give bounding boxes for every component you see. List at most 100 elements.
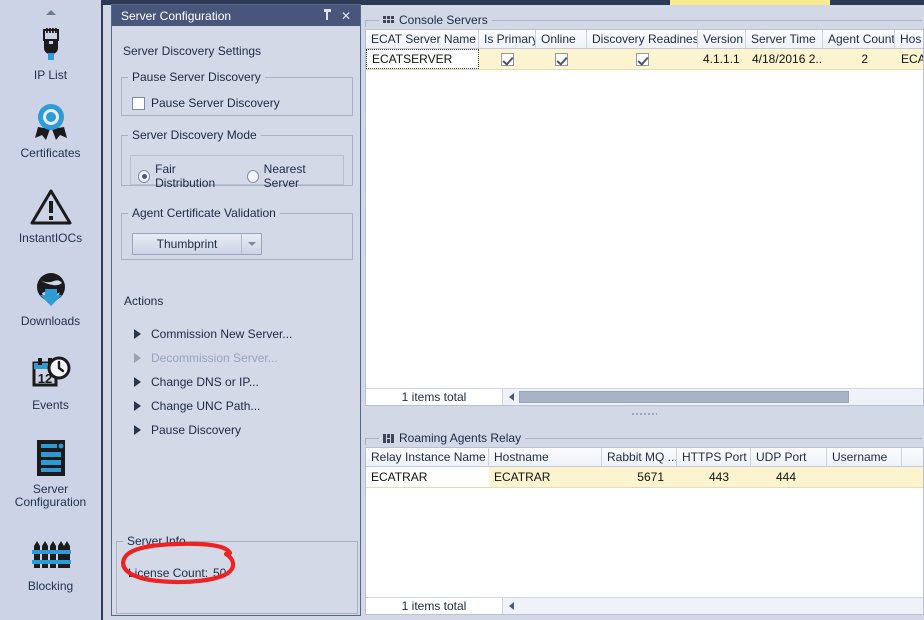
sidebar-item-server-configuration[interactable]: Server Configuration: [0, 436, 101, 509]
column-header-server-time[interactable]: Server Time: [746, 30, 823, 48]
sidebar-item-downloads[interactable]: Downloads: [0, 268, 101, 328]
server-configuration-panel: Server Configuration ✕ Server Discovery …: [111, 4, 361, 616]
server-discovery-settings-heading: Server Discovery Settings: [123, 44, 262, 58]
content-area: Console Servers ECAT Server Name Is Prim…: [363, 5, 924, 620]
checkbox-checked-icon: [636, 53, 649, 67]
cell-version[interactable]: 4.1.1.1: [698, 49, 746, 69]
cell-username[interactable]: [827, 467, 902, 487]
pause-server-discovery-checkbox[interactable]: [132, 96, 145, 110]
thumbprint-dropdown[interactable]: Thumbprint: [132, 233, 262, 255]
cell-blank[interactable]: [902, 467, 923, 487]
column-header-discovery-readiness[interactable]: Discovery Readiness: [587, 30, 698, 48]
cell-relay-instance-name[interactable]: ECATRAR: [366, 467, 489, 487]
pause-group-legend: Pause Server Discovery: [132, 70, 261, 84]
column-header-relay-instance-name[interactable]: Relay Instance Name: [366, 448, 489, 466]
sidebar-item-events[interactable]: 12 Events: [0, 352, 101, 412]
license-count-label: License Count:: [128, 566, 209, 580]
thumbprint-dropdown-value: Thumbprint: [156, 237, 218, 251]
globe-download-icon: [30, 268, 72, 312]
horizontal-scrollbar[interactable]: [502, 389, 923, 405]
sidebar-item-label: Certificates: [20, 146, 81, 160]
mode-radio-row: Fair Distribution Nearest Server: [138, 162, 352, 190]
navigation-sidebar: IP List Certificates InstantIOCs Downloa…: [0, 0, 103, 620]
nearest-server-label: Nearest Server: [263, 162, 306, 190]
sidebar-item-instantiocs[interactable]: InstantIOCs: [0, 185, 101, 245]
cell-hostname[interactable]: ECA: [895, 49, 923, 69]
action-pause-discovery[interactable]: Pause Discovery: [134, 422, 241, 438]
table-row[interactable]: ECATSERVER 4.1.1.1 4/18/2016 2... 2 ECA: [366, 49, 923, 70]
fair-distribution-radio[interactable]: [138, 169, 151, 183]
sidebar-scroll-up-button[interactable]: [0, 6, 101, 18]
cell-is-primary[interactable]: [479, 49, 536, 69]
sidebar-item-certificates[interactable]: Certificates: [0, 100, 101, 160]
splitter-grip-icon: [630, 411, 657, 417]
action-change-unc-path[interactable]: Change UNC Path...: [134, 398, 260, 414]
table-row[interactable]: ECATRAR ECATRAR 5671 443 444: [366, 467, 923, 488]
grid-icon: [383, 15, 394, 25]
calendar-clock-icon: 12: [30, 352, 72, 396]
column-header-hostname[interactable]: Hostname: [489, 448, 602, 466]
cell-udp-port[interactable]: 444: [751, 467, 827, 487]
triangle-right-icon: [134, 377, 141, 387]
column-header-agent-count[interactable]: Agent Count: [823, 30, 895, 48]
triangle-right-icon: [134, 329, 141, 339]
console-servers-items-total: 1 items total: [366, 389, 502, 405]
warning-triangle-icon: [30, 185, 72, 229]
license-count-value: 50: [213, 566, 227, 580]
grid-splitter[interactable]: [363, 407, 924, 421]
checkbox-checked-icon: [555, 53, 568, 67]
server-info-group: Server Info License Count: 50: [116, 534, 358, 614]
nearest-server-radio[interactable]: [246, 169, 259, 183]
column-header-is-primary[interactable]: Is Primary: [479, 30, 536, 48]
roaming-relay-items-total: 1 items total: [366, 598, 502, 614]
console-servers-footer: 1 items total: [366, 388, 923, 405]
sidebar-item-label: InstantIOCs: [18, 231, 83, 245]
scrollbar-thumb[interactable]: [519, 391, 849, 403]
cell-hostname[interactable]: ECATRAR: [489, 467, 602, 487]
grid-icon: [383, 433, 394, 443]
agent-certificate-validation-group: Agent Certificate Validation Thumbprint: [121, 206, 353, 260]
panel-title-text: Server Configuration: [121, 8, 232, 23]
cell-discovery-readiness[interactable]: [587, 49, 698, 69]
column-header-udp-port[interactable]: UDP Port: [751, 448, 827, 466]
triangle-right-icon: [134, 353, 141, 363]
console-servers-header-row: ECAT Server Name Is Primary Online Disco…: [366, 30, 923, 49]
cell-agent-count[interactable]: 2: [823, 49, 895, 69]
server-discovery-mode-group: Server Discovery Mode Fair Distribution …: [121, 128, 353, 190]
column-header-ecat-server-name[interactable]: ECAT Server Name: [366, 30, 479, 48]
fair-distribution-label: Fair Distribution: [155, 162, 216, 190]
cell-online[interactable]: [536, 49, 587, 69]
group-caption-side: [365, 20, 366, 27]
scroll-left-arrow-icon[interactable]: [504, 389, 518, 405]
cell-server-time[interactable]: 4/18/2016 2...: [746, 49, 823, 69]
action-commission-new-server[interactable]: Commission New Server...: [134, 326, 292, 342]
roaming-agents-relay-caption-text: Roaming Agents Relay: [399, 431, 522, 445]
column-header-hostname[interactable]: Hos: [895, 30, 923, 48]
pause-server-discovery-checkbox-row[interactable]: Pause Server Discovery: [132, 96, 280, 110]
cell-rabbit-mq[interactable]: 5671: [602, 467, 677, 487]
sidebar-item-label: Blocking: [27, 579, 74, 593]
column-header-version[interactable]: Version: [698, 30, 746, 48]
sidebar-item-blocking[interactable]: Blocking: [0, 533, 101, 593]
chevron-down-icon[interactable]: [241, 234, 261, 254]
console-servers-grid[interactable]: ECAT Server Name Is Primary Online Disco…: [365, 29, 924, 406]
roaming-agents-relay-grid[interactable]: Relay Instance Name Hostname Rabbit MQ .…: [365, 447, 924, 615]
panel-title-bar: Server Configuration ✕: [112, 5, 360, 26]
horizontal-scrollbar[interactable]: [502, 598, 923, 614]
column-header-rabbit-mq[interactable]: Rabbit MQ ...: [602, 448, 677, 466]
cell-https-port[interactable]: 443: [677, 467, 751, 487]
pause-server-discovery-label: Pause Server Discovery: [151, 96, 280, 110]
close-icon[interactable]: ✕: [341, 10, 351, 22]
column-header-https-port[interactable]: HTTPS Port: [677, 448, 751, 466]
column-header-username[interactable]: Username: [827, 448, 902, 466]
server-info-legend: Server Info: [127, 534, 186, 548]
scroll-left-arrow-icon[interactable]: [504, 598, 518, 614]
column-header-blank[interactable]: [902, 448, 923, 466]
sidebar-item-ip-list[interactable]: IP List: [0, 22, 101, 82]
cell-ecat-server-name[interactable]: ECATSERVER: [366, 49, 479, 69]
column-header-online[interactable]: Online: [536, 30, 587, 48]
pin-icon[interactable]: [323, 9, 332, 22]
action-change-dns-or-ip[interactable]: Change DNS or IP...: [134, 374, 259, 390]
mode-group-legend: Server Discovery Mode: [132, 128, 257, 142]
panel-body: Server Discovery Settings Pause Server D…: [112, 26, 360, 615]
